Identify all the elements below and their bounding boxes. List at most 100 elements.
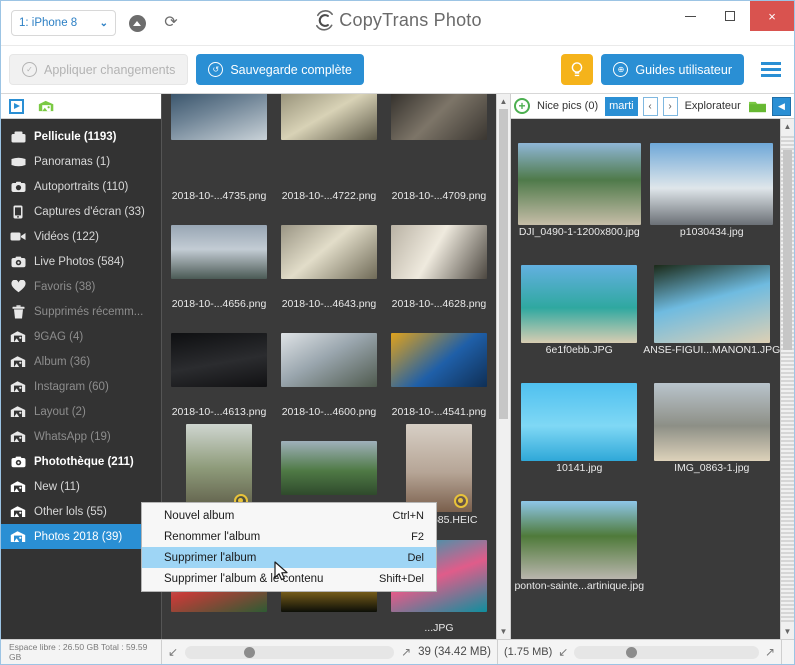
scroll-up-arrow-icon[interactable]: ▲ bbox=[497, 94, 510, 109]
scroll-down-arrow-icon[interactable]: ▼ bbox=[781, 624, 794, 639]
context-menu-item-supprimer-album-contenu[interactable]: Supprimer l'album & le contenu Shift+Del bbox=[142, 568, 436, 589]
grid-item-caption: 2018-10-...4656.png bbox=[171, 298, 267, 310]
zoom-out-icon[interactable]: ↙ bbox=[168, 645, 178, 659]
tips-button[interactable] bbox=[561, 54, 594, 85]
new-album-icon[interactable] bbox=[38, 99, 55, 113]
user-guides-button[interactable]: ⊕ Guides utilisateur bbox=[601, 54, 744, 85]
thumbnail[interactable] bbox=[280, 224, 377, 279]
context-menu-item-renommer-album[interactable]: Renommer l'album F2 bbox=[142, 526, 436, 547]
grid-item[interactable]: 9TWJC1Qa6Zl.jpg bbox=[384, 638, 494, 639]
thumbnail[interactable] bbox=[280, 440, 377, 495]
explorer-item[interactable]: IMG_0863-1.jpg bbox=[646, 361, 779, 479]
thumbnail[interactable] bbox=[521, 265, 638, 343]
thumbnail[interactable] bbox=[170, 332, 267, 387]
minimize-button[interactable] bbox=[670, 1, 710, 31]
grid-item[interactable]: 2018-10-...4709.png bbox=[384, 94, 494, 206]
explorer-scrollbar[interactable]: ▲ ▼ bbox=[780, 119, 794, 639]
thumbnail[interactable] bbox=[521, 501, 638, 579]
sidebar-item-captures-decran[interactable]: Captures d'écran (33) bbox=[1, 199, 161, 224]
context-menu-item-label: Renommer l'album bbox=[164, 530, 261, 543]
thumbnail[interactable] bbox=[405, 423, 472, 512]
scroll-thumb[interactable] bbox=[499, 109, 508, 419]
explorer-item[interactable]: DJI_0490-1-1200x800.jpg bbox=[513, 125, 646, 243]
thumbnail[interactable] bbox=[170, 224, 267, 279]
collapse-panel-button[interactable]: ◀ bbox=[772, 96, 791, 116]
context-menu-item-accel: F2 bbox=[411, 530, 424, 543]
thumbnail[interactable] bbox=[650, 143, 774, 225]
sidebar-item-photos-2018[interactable]: Photos 2018 (39) bbox=[1, 524, 161, 549]
thumbnail[interactable] bbox=[280, 332, 377, 387]
context-menu-item-nouvel-album[interactable]: Nouvel album Ctrl+N bbox=[142, 505, 436, 526]
grid-item[interactable]: 2018-10-...4628.png bbox=[384, 206, 494, 314]
thumbnail[interactable] bbox=[521, 383, 638, 461]
sidebar-item-new[interactable]: New (11) bbox=[1, 474, 161, 499]
apply-changes-button[interactable]: ✓ Appliquer changements bbox=[9, 54, 189, 85]
full-backup-button[interactable]: ↺ Sauvegarde complète bbox=[196, 54, 364, 85]
explorer-item[interactable]: 6e1f0ebb.JPG bbox=[513, 243, 646, 361]
thumbnail[interactable] bbox=[280, 94, 377, 140]
sidebar-item-9gag[interactable]: 9GAG (4) bbox=[1, 324, 161, 349]
sidebar-item-other-lols[interactable]: Other lols (55) bbox=[1, 499, 161, 524]
thumbnail[interactable] bbox=[390, 332, 487, 387]
sidebar-item-favoris[interactable]: Favoris (38) bbox=[1, 274, 161, 299]
thumbnail[interactable] bbox=[390, 94, 487, 140]
thumbnail[interactable] bbox=[170, 94, 267, 140]
grid-item[interactable]: 2018-10-...4613.png bbox=[164, 314, 274, 422]
sidebar-item-instagram[interactable]: Instagram (60) bbox=[1, 374, 161, 399]
sidebar-item-panoramas[interactable]: Panoramas (1) bbox=[1, 149, 161, 174]
grid-item[interactable]: ETWZ7960.JPG bbox=[274, 638, 384, 639]
sidebar-item-album[interactable]: Album (36) bbox=[1, 349, 161, 374]
sidebar-item-layout[interactable]: Layout (2) bbox=[1, 399, 161, 424]
prev-tab-arrow-icon[interactable]: ‹ bbox=[642, 96, 658, 116]
explorer-item[interactable]: p1030434.jpg bbox=[646, 125, 779, 243]
sidebar-item-videos[interactable]: Vidéos (122) bbox=[1, 224, 161, 249]
scroll-down-arrow-icon[interactable]: ▼ bbox=[497, 624, 510, 639]
grid-item[interactable]: 2018-10-...4656.png bbox=[164, 206, 274, 314]
grid-item[interactable]: 2018-10-...4600.png bbox=[274, 314, 384, 422]
sidebar-item-live-photos[interactable]: Live Photos (584) bbox=[1, 249, 161, 274]
add-tab-icon[interactable]: + bbox=[514, 98, 530, 114]
camera-roll-icon bbox=[10, 129, 26, 144]
sidebar-item-pellicule[interactable]: Pellicule (1193) bbox=[1, 124, 161, 149]
zoom-out-icon[interactable]: ↙ bbox=[558, 645, 568, 659]
next-tab-arrow-icon[interactable]: › bbox=[662, 96, 678, 116]
grid-item[interactable]: 2018-10-...4643.png bbox=[274, 206, 384, 314]
tab-explorateur[interactable]: Explorateur bbox=[683, 100, 743, 112]
explorer-item[interactable]: ANSE-FIGUI...MANON1.JPG bbox=[643, 243, 780, 361]
folder-icon[interactable] bbox=[748, 99, 767, 114]
center-scrollbar[interactable]: ▲ ▼ bbox=[496, 94, 510, 639]
tab-nice-pics[interactable]: Nice pics (0) bbox=[535, 100, 600, 112]
zoom-in-icon[interactable]: ↗ bbox=[401, 645, 411, 659]
grid-item[interactable]: 2018-10-...4722.png bbox=[274, 94, 384, 206]
eject-button[interactable] bbox=[124, 10, 150, 36]
explorer-item[interactable]: 10141.jpg bbox=[513, 361, 646, 479]
thumbnail[interactable] bbox=[653, 265, 770, 343]
grid-item[interactable]: LIGN1684.JPG bbox=[164, 638, 274, 639]
close-button[interactable]: × bbox=[750, 1, 794, 31]
thumbnail[interactable] bbox=[185, 423, 252, 512]
thumbnail[interactable] bbox=[390, 224, 487, 279]
zoom-in-icon[interactable]: ↗ bbox=[765, 645, 775, 659]
sidebar-item-supprimes-recemment[interactable]: Supprimés récemm... bbox=[1, 299, 161, 324]
explorer-zoom-slider[interactable] bbox=[574, 645, 759, 659]
tab-marti[interactable]: marti bbox=[605, 96, 638, 116]
scroll-thumb[interactable] bbox=[783, 150, 792, 350]
menu-button[interactable] bbox=[756, 54, 786, 85]
scroll-track[interactable] bbox=[781, 134, 794, 624]
context-menu-item-supprimer-album[interactable]: Supprimer l'album Del bbox=[142, 547, 436, 568]
thumbnail[interactable] bbox=[517, 143, 641, 225]
maximize-button[interactable] bbox=[710, 1, 750, 31]
sidebar-item-phototheque[interactable]: Photothèque (211) bbox=[1, 449, 161, 474]
scroll-track[interactable] bbox=[497, 109, 510, 624]
refresh-button[interactable]: ⟳ bbox=[158, 10, 184, 36]
play-icon[interactable] bbox=[9, 98, 24, 114]
center-zoom-slider[interactable] bbox=[185, 645, 395, 659]
thumbnail[interactable] bbox=[653, 383, 770, 461]
scroll-up-arrow-icon[interactable]: ▲ bbox=[781, 119, 794, 134]
grid-item[interactable]: 2018-10-...4541.png bbox=[384, 314, 494, 422]
grid-item[interactable]: 2018-10-...4735.png bbox=[164, 94, 274, 206]
device-selector[interactable]: 1: iPhone 8 ⌄ bbox=[11, 10, 116, 36]
sidebar-item-whatsapp[interactable]: WhatsApp (19) bbox=[1, 424, 161, 449]
explorer-item[interactable]: ponton-sainte...artinique.jpg bbox=[513, 479, 646, 597]
sidebar-item-autoportraits[interactable]: Autoportraits (110) bbox=[1, 174, 161, 199]
